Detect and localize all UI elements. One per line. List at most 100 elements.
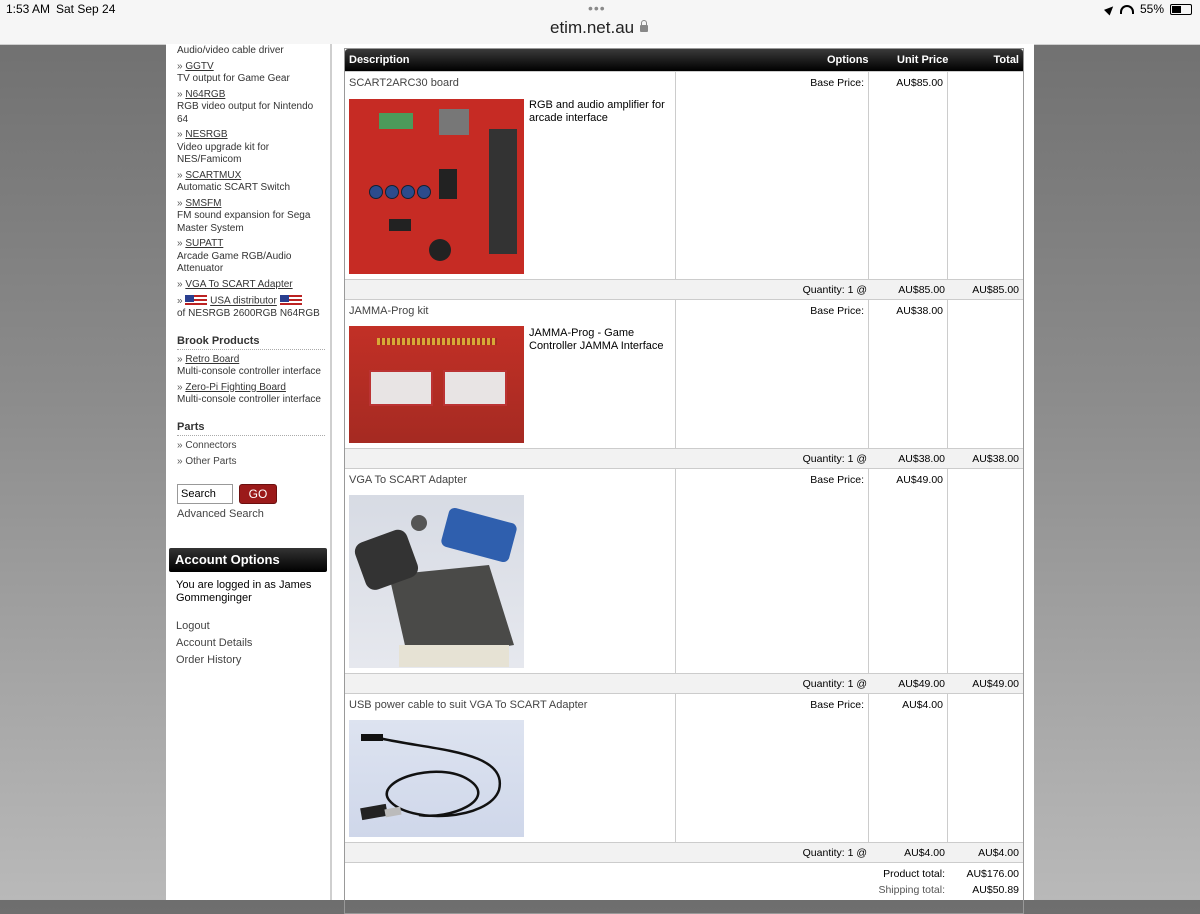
wifi-icon xyxy=(1119,4,1134,14)
product-link-smsfm[interactable]: SMSFM xyxy=(185,198,221,209)
quantity-label: Quantity: 1 @ xyxy=(802,847,867,859)
us-distributor-desc: of NESRGB 2600RGB N64RGB xyxy=(177,308,320,320)
line-total: AU$38.00 xyxy=(972,453,1019,465)
product-desc: Video upgrade kit for NES/Famicom xyxy=(177,141,270,166)
location-icon xyxy=(1103,2,1116,16)
cable-illustration xyxy=(360,734,502,821)
battery-fill xyxy=(1172,5,1181,13)
product-link-vga-scart[interactable]: VGA To SCART Adapter xyxy=(185,279,292,290)
quantity-row: Quantity: 1 @ AU$4.00 AU$4.00 xyxy=(345,842,1023,862)
product-link-retro-board[interactable]: Retro Board xyxy=(185,354,239,365)
sidebar-us-distributor: » USA distributor of NESRGB 2600RGB N64R… xyxy=(177,295,325,321)
product-desc: TV output for Game Gear xyxy=(177,73,290,84)
account-details-link[interactable]: Account Details xyxy=(176,637,326,649)
quantity-row: Quantity: 1 @ AU$49.00 AU$49.00 xyxy=(345,673,1023,693)
battery-percent: 55% xyxy=(1139,2,1164,16)
parts-link-connectors[interactable]: » Connectors xyxy=(177,440,325,452)
sidebar-product-nesrgb: » NESRGB Video upgrade kit for NES/Famic… xyxy=(177,129,325,167)
adapter-illustration xyxy=(354,507,517,667)
sidebar-product-retro-board: » Retro Board Multi-console controller i… xyxy=(177,354,325,379)
us-flag-icon xyxy=(279,295,302,307)
sidebar-product-n64rgb: » N64RGB RGB video output for Nintendo 6… xyxy=(177,89,325,127)
header-description: Description xyxy=(349,54,410,66)
unit-price: AU$85.00 xyxy=(896,77,943,89)
product-link-n64rgb[interactable]: N64RGB xyxy=(185,89,225,100)
product-link-zero-pi[interactable]: Zero-Pi Fighting Board xyxy=(185,382,286,393)
item-name: SCART2ARC30 board xyxy=(349,77,459,89)
brook-products-heading: Brook Products xyxy=(177,335,325,350)
cart-table: Description Options Unit Price Total SCA… xyxy=(344,48,1024,914)
quantity-label: Quantity: 1 @ xyxy=(802,284,867,296)
sidebar-product-smsfm: » SMSFM FM sound expansion for Sega Mast… xyxy=(177,198,325,236)
cart-item: SCART2ARC30 board RGB and audio amplifie… xyxy=(345,71,1023,279)
cart-header-row: Description Options Unit Price Total xyxy=(345,49,1023,71)
item-description: RGB and audio amplifier for arcade inter… xyxy=(529,99,665,124)
logged-in-text: You are logged in as James Gommenginger xyxy=(176,579,312,604)
vga-scart-adapter-image[interactable] xyxy=(349,495,524,668)
logout-link[interactable]: Logout xyxy=(176,620,326,632)
quantity-label: Quantity: 1 @ xyxy=(802,678,867,690)
item-name: USB power cable to suit VGA To SCART Ada… xyxy=(349,699,588,711)
sidebar-product-vga-scart: » VGA To SCART Adapter xyxy=(177,278,293,290)
search-input[interactable] xyxy=(177,483,233,504)
header-total: Total xyxy=(993,54,1019,66)
line-total: AU$85.00 xyxy=(972,284,1019,296)
jamma-prog-kit-image[interactable] xyxy=(349,326,524,443)
product-link-nesrgb[interactable]: NESRGB xyxy=(185,129,227,140)
sidebar-product-ggtv: » GGTV TV output for Game Gear xyxy=(177,61,325,86)
quantity-row: Quantity: 1 @ AU$38.00 AU$38.00 xyxy=(345,448,1023,468)
unit-price: AU$4.00 xyxy=(902,699,943,711)
cart-item: JAMMA-Prog kit JAMMA-Prog - Game Control… xyxy=(345,299,1023,448)
more-dots-icon[interactable]: ••• xyxy=(588,0,606,16)
item-name: JAMMA-Prog kit xyxy=(349,305,429,317)
browser-status-bar: 1:53 AM Sat Sep 24 ••• etim.net.au 55% xyxy=(0,0,1200,45)
order-history-link[interactable]: Order History xyxy=(176,654,326,666)
item-name: VGA To SCART Adapter xyxy=(349,474,468,486)
usb-cable-image[interactable] xyxy=(349,720,524,837)
base-price-label: Base Price: xyxy=(810,474,864,486)
sidebar-product-scartmux: » SCARTMUX Automatic SCART Switch xyxy=(177,170,325,195)
product-desc: FM sound expansion for Sega Master Syste… xyxy=(177,210,311,234)
header-options: Options xyxy=(827,54,869,66)
base-price-label: Base Price: xyxy=(810,77,864,89)
product-desc: Multi-console controller interface xyxy=(177,366,321,378)
account-options-panel: You are logged in as James Gommenginger … xyxy=(176,579,326,666)
quantity-label: Quantity: 1 @ xyxy=(802,453,867,465)
product-link-scartmux[interactable]: SCARTMUX xyxy=(185,170,241,181)
cart-item: VGA To SCART Adapter Base Price: AU$49.0… xyxy=(345,468,1023,673)
clock: 1:53 AM xyxy=(6,2,51,16)
item-description: JAMMA-Prog - Game Controller JAMMA Inter… xyxy=(529,327,664,352)
quantity-unit-price: AU$38.00 xyxy=(898,453,945,465)
product-link-supatt[interactable]: SUPATT xyxy=(185,238,223,249)
url-text: etim.net.au xyxy=(550,18,635,37)
product-desc: Multi-console controller interface xyxy=(177,394,321,406)
base-price-label: Base Price: xyxy=(810,305,864,317)
shipping-total-label: Shipping total: xyxy=(878,884,945,896)
scart2arc30-board-image[interactable] xyxy=(349,99,524,274)
date: Sat Sep 24 xyxy=(56,2,116,16)
sidebar-product: Audio/video cable driver xyxy=(177,45,325,58)
account-options-heading: Account Options xyxy=(169,548,327,572)
search-form: GO xyxy=(177,483,325,504)
advanced-search-link[interactable]: Advanced Search xyxy=(177,508,325,520)
lock-icon xyxy=(640,20,649,32)
us-distributor-link[interactable]: USA distributor xyxy=(210,296,277,307)
parts-link-other[interactable]: » Other Parts xyxy=(177,456,325,468)
address-bar[interactable]: etim.net.au xyxy=(550,18,649,38)
us-flag-icon xyxy=(185,295,208,307)
line-total: AU$4.00 xyxy=(978,847,1019,859)
product-desc: Automatic SCART Switch xyxy=(177,182,291,193)
parts-label: Other Parts xyxy=(185,455,237,467)
quantity-unit-price: AU$4.00 xyxy=(904,847,945,859)
go-button[interactable]: GO xyxy=(239,483,277,504)
quantity-unit-price: AU$49.00 xyxy=(898,678,945,690)
header-unit-price: Unit Price xyxy=(897,54,949,66)
quantity-row: Quantity: 1 @ AU$85.00 AU$85.00 xyxy=(345,279,1023,299)
parts-heading: Parts xyxy=(177,421,325,436)
product-total-value: AU$176.00 xyxy=(966,868,1019,880)
product-desc: Audio/video cable driver xyxy=(177,45,284,56)
product-desc: Arcade Game RGB/Audio Attenuator xyxy=(177,250,292,275)
unit-price: AU$49.00 xyxy=(896,474,943,486)
product-link-ggtv[interactable]: GGTV xyxy=(185,61,213,72)
status-icons: 55% xyxy=(1103,2,1192,16)
